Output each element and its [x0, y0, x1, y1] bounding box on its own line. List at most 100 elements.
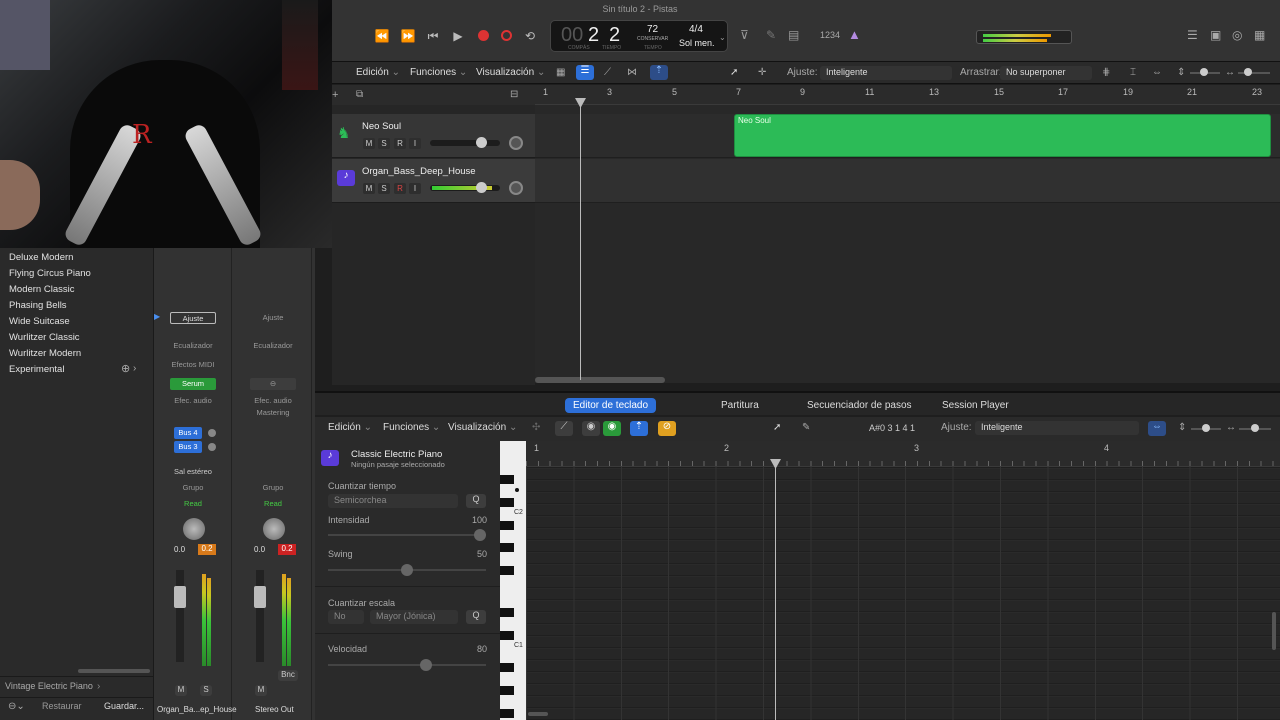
duplicate-track-icon[interactable]: ⧉ — [356, 89, 363, 100]
list-view-icon[interactable]: ☰ — [576, 65, 594, 80]
input-monitor-button[interactable]: I — [409, 138, 421, 149]
output-slot[interactable]: Sal estéreo — [170, 466, 216, 478]
smart-controls-icon[interactable]: ⊽ — [740, 28, 749, 42]
mute-button[interactable]: M — [175, 685, 187, 696]
volume-fader-track[interactable] — [176, 570, 184, 662]
input-monitor-button[interactable]: I — [409, 183, 421, 194]
channel-name[interactable]: Stereo Out — [255, 705, 294, 714]
waveform-zoom-icon[interactable]: ⋕ — [1102, 67, 1110, 78]
horizontal-zoom-icon[interactable]: ↔ — [1226, 422, 1236, 433]
scale-quantize-button[interactable]: Q — [466, 610, 486, 624]
horizontal-zoom-icon[interactable]: ↔ — [1225, 67, 1235, 78]
quantize-select[interactable]: Semicorchea — [328, 494, 458, 508]
go-to-start-icon[interactable]: ⏮ — [423, 26, 443, 46]
volume-fader[interactable] — [254, 586, 266, 608]
link-icon[interactable]: ⊖ — [250, 378, 296, 390]
tuner-icon[interactable]: ▲ — [848, 27, 861, 42]
functions-menu[interactable]: Funciones — [410, 67, 467, 78]
fast-forward-icon[interactable]: ⏩ — [398, 26, 418, 46]
edit-menu[interactable]: Edición — [328, 422, 372, 433]
group-slot[interactable]: Grupo — [250, 482, 296, 494]
midi-in-icon[interactable]: ✣ — [532, 422, 540, 433]
edit-menu[interactable]: Edición — [356, 67, 400, 78]
channel-name[interactable]: Organ_Ba...ep_House — [157, 705, 237, 714]
bounce-button[interactable]: Bnc — [278, 670, 298, 681]
chevron-right-icon[interactable]: › — [133, 363, 136, 374]
arrange-area[interactable]: Neo Soul — [535, 105, 1280, 383]
note-pad-icon[interactable]: ▤ — [788, 28, 799, 42]
snap-select[interactable]: Inteligente — [975, 421, 1139, 435]
horizontal-zoom-slider[interactable] — [1238, 72, 1270, 74]
library-item[interactable]: Deluxe Modern — [9, 252, 73, 263]
automation-icon[interactable]: ⟋ — [604, 67, 611, 78]
midi-region[interactable]: Neo Soul — [734, 114, 1271, 157]
group-slot[interactable]: Grupo — [170, 482, 216, 494]
notepad-icon[interactable]: ▣ — [1210, 28, 1221, 42]
record-enable-button[interactable]: R — [394, 138, 406, 149]
pan-knob[interactable] — [509, 136, 523, 150]
link-icon[interactable]: ⊘ — [658, 421, 676, 436]
tab-piano-roll[interactable]: Editor de teclado — [565, 398, 657, 413]
vertical-zoom-icon[interactable]: ⇕ — [1177, 67, 1185, 78]
global-tracks-icon[interactable]: ⊟ — [510, 89, 518, 100]
solo-button[interactable]: S — [378, 183, 390, 194]
eq-slot[interactable]: Ecualizador — [250, 340, 296, 352]
loop-browser-icon[interactable]: ◎ — [1232, 28, 1242, 42]
grid-view-icon[interactable]: ▦ — [556, 67, 565, 78]
fit-icon[interactable]: ⇔ — [1148, 421, 1166, 436]
automation-icon[interactable]: ⟋ — [555, 421, 573, 436]
mute-button[interactable]: M — [363, 183, 375, 194]
volume-slider[interactable] — [430, 182, 500, 193]
cycle-icon[interactable]: ⟲ — [520, 26, 540, 46]
playhead[interactable] — [580, 100, 581, 380]
bar-ruler[interactable]: 1 3 5 7 9 11 13 15 17 19 21 23 — [535, 85, 1280, 105]
secondary-tool-icon[interactable]: ✛ — [758, 67, 766, 78]
delete-patch-icon[interactable]: ⊖⌄ — [8, 701, 25, 712]
volume-slider[interactable] — [430, 137, 500, 148]
setting-button[interactable]: Ajuste — [250, 312, 296, 324]
pan-knob[interactable] — [183, 518, 205, 540]
send-knob[interactable] — [208, 429, 216, 437]
library-item[interactable]: Flying Circus Piano — [9, 268, 91, 279]
catch-icon[interactable]: ⇡ — [650, 65, 668, 80]
save-button[interactable]: Guardar... — [104, 701, 144, 711]
midi-out-icon[interactable]: ◉ — [582, 421, 600, 436]
chevron-right-icon[interactable]: › — [97, 681, 100, 692]
horizontal-scrollbar[interactable] — [535, 377, 665, 383]
vertical-fit-icon[interactable]: ⌶ — [1130, 67, 1136, 78]
library-item[interactable]: Wide Suitcase — [9, 316, 70, 327]
library-item[interactable]: Wurlitzer Modern — [9, 348, 81, 359]
rewind-icon[interactable]: ⏪ — [372, 26, 392, 46]
capture-record-icon[interactable] — [501, 30, 512, 41]
solo-button[interactable]: S — [200, 685, 212, 696]
pointer-tool-icon[interactable]: ➚ — [773, 422, 781, 433]
drag-select[interactable]: No superponer — [1000, 66, 1092, 80]
track-name[interactable]: Neo Soul — [362, 121, 401, 132]
chevron-down-icon[interactable]: ⌄ — [719, 33, 726, 42]
intensity-slider[interactable] — [328, 534, 486, 536]
track-header[interactable]: ♪ Organ_Bass_Deep_House M S R I — [332, 159, 535, 203]
collapse-icon[interactable]: ◉ — [603, 421, 621, 436]
library-item[interactable]: Modern Classic — [9, 284, 74, 295]
volume-fader-track[interactable] — [256, 570, 264, 662]
pan-knob[interactable] — [509, 181, 523, 195]
editor-scrollbar[interactable] — [528, 712, 548, 716]
send-slot[interactable]: Bus 4 — [174, 427, 202, 439]
add-folder-icon[interactable]: ⊕ — [121, 362, 130, 375]
tab-score[interactable]: Partitura — [713, 398, 767, 413]
library-item[interactable]: Experimental — [9, 364, 64, 375]
volume-fader[interactable] — [174, 586, 186, 608]
count-in[interactable]: 1234 — [820, 30, 840, 40]
lcd-display[interactable]: 00 2 2 COMPÁS TIEMPO 72 CONSERVAR TEMPO … — [550, 20, 728, 52]
add-track-icon[interactable]: + — [332, 89, 338, 101]
functions-menu[interactable]: Funciones — [383, 422, 440, 433]
eq-slot[interactable]: Ecualizador — [170, 340, 216, 352]
tab-session-player[interactable]: Session Player — [934, 398, 1017, 413]
horizontal-fit-icon[interactable]: ⇔ — [1152, 67, 1162, 78]
mastering-slot[interactable]: Mastering — [250, 407, 296, 419]
pan-knob[interactable] — [263, 518, 285, 540]
midi-fx-slot[interactable]: Efectos MIDI — [170, 359, 216, 371]
catch-icon[interactable]: ⇡ — [630, 421, 648, 436]
quantize-button[interactable]: Q — [466, 494, 486, 508]
track-header[interactable]: ♞ Neo Soul M S R I — [332, 114, 535, 158]
